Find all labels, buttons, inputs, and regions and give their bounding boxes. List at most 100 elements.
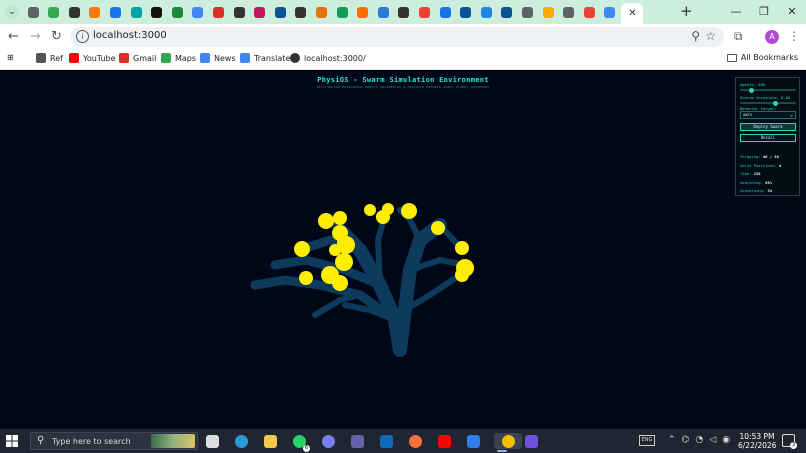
browser-tab[interactable] — [251, 4, 269, 20]
bookmark-item[interactable]: Gmail — [119, 53, 156, 63]
browser-tab[interactable] — [518, 4, 536, 20]
browser-tab[interactable] — [415, 4, 433, 20]
browser-tab[interactable] — [271, 4, 289, 20]
s-logo-icon — [109, 6, 121, 18]
keyboard-language-icon[interactable]: ENG — [639, 435, 655, 446]
close-window-icon[interactable]: ✕ — [778, 0, 806, 24]
chevron-up-icon[interactable]: ⌃ — [668, 435, 676, 445]
address-row: ← → ↻ i localhost:3000 ⚲ ☆ ⧉ A ⋮ — [0, 24, 806, 50]
browser-tab[interactable] — [45, 4, 63, 20]
recall-button[interactable]: Recall — [740, 134, 796, 142]
chevron-down-icon: ⌄ — [789, 112, 793, 118]
tab-search-icon[interactable]: ⌄ — [5, 5, 19, 19]
taskbar-app[interactable] — [407, 433, 423, 449]
agent-cluster — [294, 241, 310, 257]
swarm-canvas[interactable] — [0, 70, 806, 429]
d-logo-icon — [274, 6, 286, 18]
browser-tab[interactable]: ✕ — [621, 3, 644, 24]
windows-start-icon[interactable] — [6, 435, 18, 447]
taskbar-app[interactable] — [378, 433, 394, 449]
browser-tab[interactable] — [395, 4, 413, 20]
browser-tab[interactable] — [65, 4, 83, 20]
browser-tab[interactable] — [24, 4, 42, 20]
stat-row: Value Positions: 4 — [740, 163, 781, 168]
globe-icon — [290, 53, 300, 63]
browser-tab[interactable] — [209, 4, 227, 20]
browser-tab[interactable] — [560, 4, 578, 20]
bookmark-label: Gmail — [133, 53, 157, 63]
browser-tab[interactable] — [312, 4, 330, 20]
clock[interactable]: 10:53 PM 6/22/2026 — [738, 432, 776, 450]
extensions-icon[interactable]: ⧉ — [734, 29, 743, 44]
meet-icon[interactable]: ◉ — [722, 435, 730, 445]
apps-grid-icon[interactable]: ⊞ — [7, 53, 14, 62]
bookmark-item[interactable]: Maps — [161, 53, 196, 63]
taskbar-app[interactable] — [262, 433, 278, 449]
network-icon[interactable]: ⌬ — [682, 435, 690, 445]
profile-avatar[interactable]: A — [765, 30, 779, 44]
volume-icon[interactable]: ◁ — [709, 435, 716, 445]
deploy-swarm-button[interactable]: Deploy Swarm — [740, 123, 796, 131]
browser-tab[interactable] — [354, 4, 372, 20]
browser-tab[interactable] — [498, 4, 516, 20]
taskbar-app[interactable] — [233, 433, 249, 449]
w-logo-icon — [315, 6, 327, 18]
stat-value: 238 — [753, 171, 761, 176]
taskbar-app[interactable] — [494, 433, 522, 452]
a-logo-icon — [151, 6, 163, 18]
browser-tab[interactable] — [436, 4, 454, 20]
forward-icon[interactable]: → — [30, 29, 41, 44]
browser-tab[interactable] — [539, 4, 557, 20]
bookmarks-bar: ⊞ Ref YouTube Gmail Maps News Translate localh… — [0, 50, 806, 70]
browser-tab[interactable] — [127, 4, 145, 20]
browser-tab[interactable] — [168, 4, 186, 20]
bookmark-item[interactable]: YouTube — [69, 53, 116, 63]
taskbar-app[interactable] — [523, 433, 539, 449]
quorum-slider-handle[interactable] — [773, 100, 779, 106]
browser-tab[interactable] — [292, 4, 310, 20]
taskbar-app[interactable] — [320, 433, 336, 449]
notification-center-icon[interactable]: 3 — [782, 434, 797, 449]
browser-tab[interactable] — [601, 4, 619, 20]
site-info-icon[interactable]: i — [76, 30, 89, 43]
agents-slider[interactable] — [740, 87, 796, 93]
browser-tab[interactable] — [230, 4, 248, 20]
chat-icon — [439, 6, 451, 18]
reload-icon[interactable]: ↻ — [51, 29, 62, 44]
agents-slider-handle[interactable] — [749, 87, 755, 93]
browser-tab[interactable] — [189, 4, 207, 20]
url-text[interactable]: localhost:3000 — [93, 30, 167, 41]
taskbar-app[interactable] — [465, 433, 481, 449]
minimize-icon[interactable]: — — [722, 0, 750, 24]
taskbar-search[interactable]: ⚲ Type here to search — [30, 432, 198, 450]
restore-icon[interactable]: ❐ — [750, 0, 778, 24]
taskbar-app[interactable] — [436, 433, 452, 449]
browser-tab[interactable] — [477, 4, 495, 20]
stat-row: Foraging: 40 / 40 — [740, 154, 779, 159]
behavior-select[interactable]: ANTS ⌄ — [740, 111, 796, 119]
bookmark-item[interactable]: Ref — [36, 53, 63, 63]
quorum-slider[interactable] — [740, 100, 796, 106]
all-bookmarks[interactable]: All Bookmarks — [726, 53, 798, 62]
taskbar-app[interactable]: 6 — [291, 433, 310, 452]
browser-tab[interactable] — [457, 4, 475, 20]
browser-tab[interactable] — [106, 4, 124, 20]
back-icon[interactable]: ← — [8, 29, 19, 44]
bookmark-item[interactable]: Translate — [240, 53, 290, 63]
wifi-icon[interactable]: ◔ — [695, 435, 703, 445]
bookmark-item[interactable]: News — [200, 53, 236, 63]
browser-tab[interactable] — [86, 4, 104, 20]
taskbar-app[interactable] — [349, 433, 365, 449]
new-tab-button[interactable]: + — [680, 4, 693, 19]
taskbar-app[interactable] — [204, 433, 220, 449]
bookmark-star-icon[interactable]: ☆ — [705, 29, 716, 43]
address-bar[interactable]: i localhost:3000 ⚲ ☆ — [70, 27, 724, 47]
browser-tab[interactable] — [148, 4, 166, 20]
menu-icon[interactable]: ⋮ — [788, 29, 800, 43]
stat-value: 40 / 40 — [762, 154, 779, 159]
browser-tab[interactable] — [333, 4, 351, 20]
browser-tab[interactable] — [580, 4, 598, 20]
bookmark-item[interactable]: localhost:3000/ — [290, 53, 366, 63]
browser-tab[interactable] — [374, 4, 392, 20]
zoom-icon[interactable]: ⚲ — [691, 29, 700, 43]
